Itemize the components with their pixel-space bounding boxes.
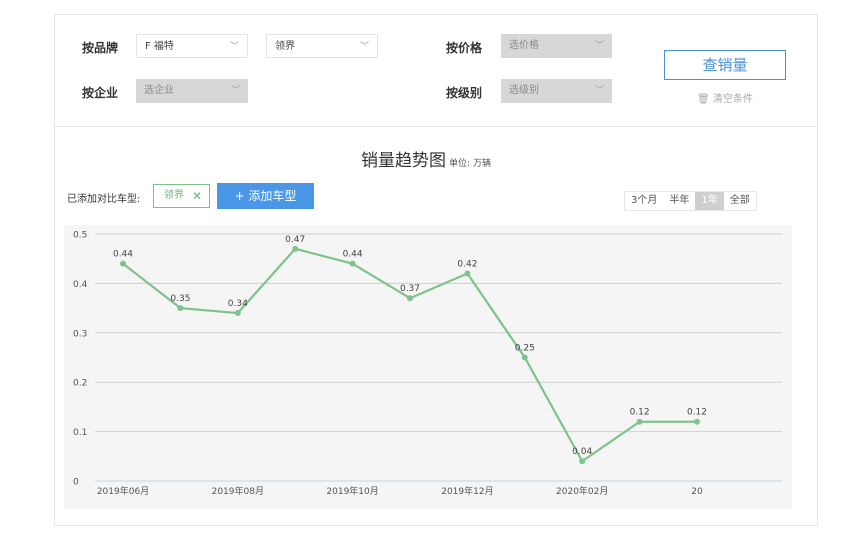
data-label: 0.37 bbox=[400, 284, 420, 294]
data-label: 0.35 bbox=[170, 294, 190, 304]
data-label: 0.12 bbox=[687, 408, 707, 418]
data-point bbox=[349, 260, 356, 267]
data-label: 0.42 bbox=[457, 260, 477, 270]
x-tick-label: 2020年02月 bbox=[556, 485, 608, 497]
data-point bbox=[464, 270, 471, 277]
data-label: 0.47 bbox=[285, 235, 305, 245]
x-tick-label: 2019年10月 bbox=[326, 485, 378, 497]
data-label: 0.12 bbox=[630, 408, 650, 418]
y-tick-label: 0.4 bbox=[73, 280, 88, 290]
y-tick-label: 0 bbox=[73, 478, 79, 488]
data-label: 0.25 bbox=[515, 344, 535, 354]
data-point bbox=[636, 418, 643, 425]
y-tick-label: 0.5 bbox=[73, 231, 87, 241]
sales-trend-chart: 0 0.1 0.2 0.3 0.4 0.5 2019年06月 2019年08月 2019年10月… bbox=[73, 231, 782, 497]
x-tick-label: 2019年08月 bbox=[212, 485, 264, 497]
x-tick-label: 2019年12月 bbox=[441, 485, 493, 497]
series-line bbox=[122, 247, 697, 463]
data-point bbox=[694, 418, 700, 425]
data-point bbox=[177, 305, 184, 312]
data-label: 0.04 bbox=[572, 447, 592, 457]
y-tick-label: 0.1 bbox=[73, 428, 87, 438]
data-point bbox=[234, 310, 241, 317]
data-point bbox=[407, 295, 413, 302]
data-point bbox=[521, 354, 528, 361]
y-tick-label: 0.2 bbox=[73, 379, 87, 389]
data-label: 0.44 bbox=[113, 250, 133, 260]
y-tick-label: 0.3 bbox=[73, 329, 87, 339]
x-tick-label: 2019年06月 bbox=[97, 485, 149, 497]
data-point bbox=[579, 458, 586, 465]
data-point bbox=[120, 260, 126, 267]
data-label: 0.34 bbox=[228, 299, 248, 309]
data-label: 0.44 bbox=[343, 250, 363, 260]
data-point bbox=[292, 245, 299, 252]
x-tick-label: 20 bbox=[691, 487, 703, 497]
